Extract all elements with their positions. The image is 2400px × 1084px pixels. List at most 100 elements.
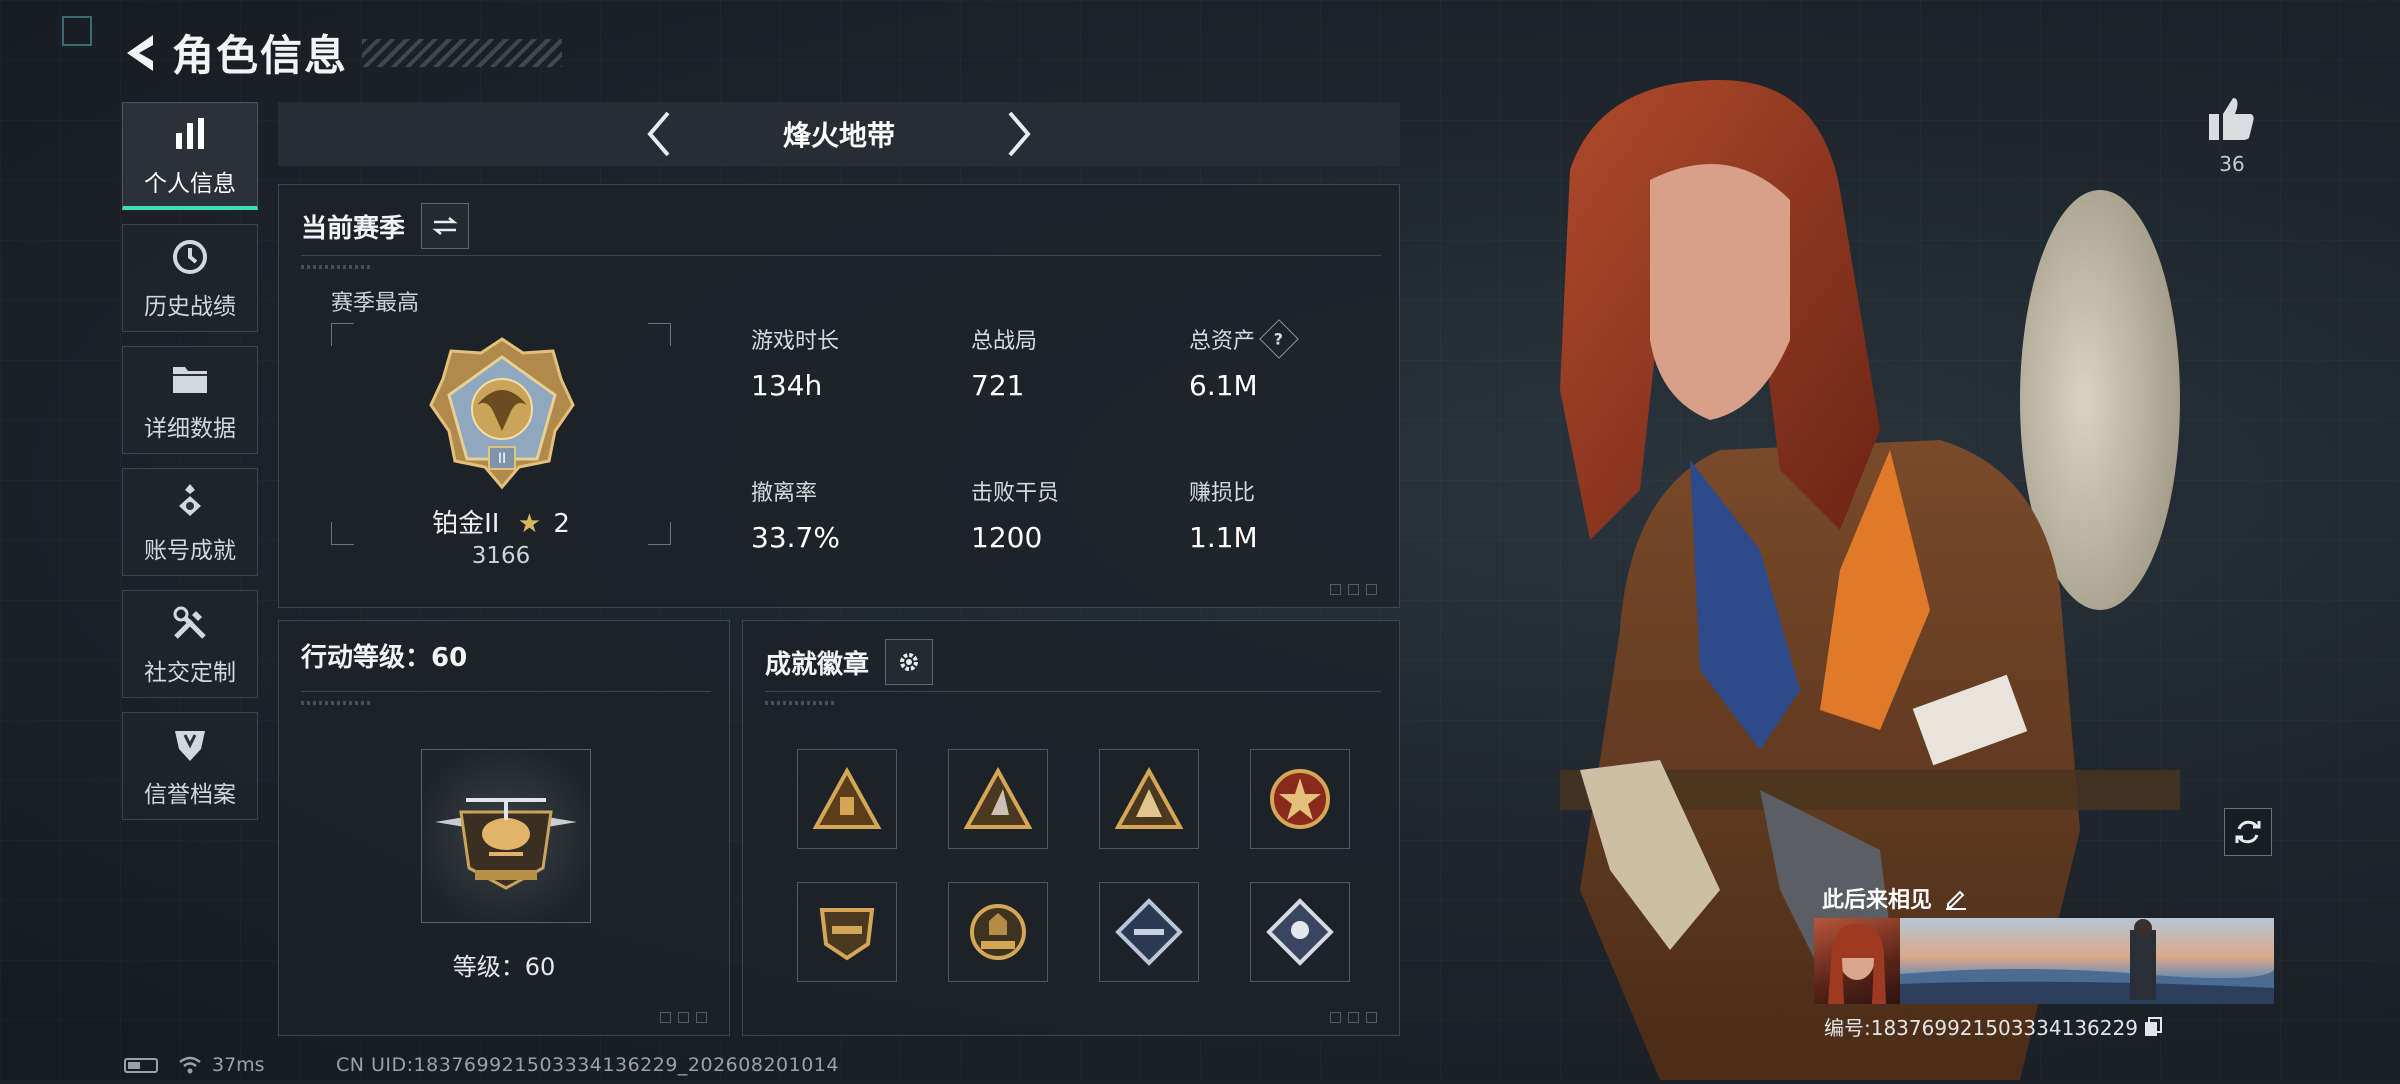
season-title: 当前赛季 (301, 213, 406, 244)
triangle-badge-icon (812, 767, 882, 829)
sidebar-item-social[interactable]: 社交定制 (122, 590, 258, 698)
diamond-badge-icon (1266, 898, 1334, 966)
sidebar-item-detail-data[interactable]: 详细数据 (122, 346, 258, 454)
decoration (301, 265, 371, 269)
help-icon[interactable]: ? (1259, 319, 1299, 359)
credit-shield-icon (173, 723, 207, 767)
swap-arrows-icon (432, 217, 458, 235)
sidebar-item-credit[interactable]: 信誉档案 (122, 712, 258, 820)
stat-label: 撤离率 (751, 481, 818, 506)
helicopter-badge-icon (435, 798, 577, 890)
decoration (301, 701, 371, 705)
ping-value: 37ms (212, 1054, 265, 1076)
stat-value: 1.1M (1189, 521, 1258, 554)
name-card[interactable] (1814, 918, 2274, 1004)
uid-text: CN UID:18376992150333413622​9_2026082010… (336, 1054, 839, 1076)
back-arrow-icon[interactable] (120, 28, 162, 78)
thumbs-up-icon[interactable] (2202, 96, 2262, 146)
stat-value: 6.1M (1189, 369, 1258, 402)
stat-extraction-rate: 撤离率 33.7% (751, 475, 840, 554)
stat-label: 总战局 (971, 329, 1038, 354)
player-id: 编号:18376992150333413622​9 (1824, 1016, 2138, 1040)
diamond-badge-icon (1115, 898, 1183, 966)
level-text: 等级：60 (452, 953, 556, 981)
like-count: 36 (2219, 152, 2245, 176)
sidebar-item-label: 历史战绩 (144, 294, 236, 320)
season-switch-button[interactable] (421, 203, 470, 249)
rank-name: 铂金II (432, 509, 500, 539)
badge-grid (797, 749, 1350, 982)
previous-mode-button[interactable] (629, 104, 689, 164)
action-level-panel: 行动等级：60 等级：60 (278, 620, 730, 1036)
season-panel: 当前赛季 赛季最高 II 铂金II ★ 2 3166 游戏时长 134h 总战局 (278, 184, 1400, 608)
card-id-row: 编号:18376992150333413622​9 (1824, 1012, 2162, 1041)
sidebar-item-personal-info[interactable]: 个人信息 (122, 102, 258, 210)
stat-label: 游戏时长 (751, 329, 840, 354)
rank-score: 3166 (471, 543, 531, 569)
emblem-badge-icon (970, 904, 1026, 960)
svg-text:II: II (498, 451, 506, 467)
status-bar: 37ms (124, 1054, 265, 1076)
copy-icon[interactable] (2144, 1016, 2162, 1037)
mode-switcher: 烽火地带 (278, 102, 1400, 166)
rotate-model-button[interactable] (2224, 808, 2272, 856)
achievement-badge[interactable] (1250, 882, 1350, 982)
divider (301, 255, 1381, 256)
like-area: 36 (2202, 96, 2262, 176)
mode-title: 烽火地带 (782, 119, 895, 152)
stat-value: 1200 (971, 521, 1043, 554)
badge-settings-button[interactable] (885, 639, 934, 685)
sidebar-item-label: 社交定制 (144, 660, 236, 686)
badges-title: 成就徽章 (765, 649, 870, 680)
stat-profit-loss: 赚损比 1.1M (1189, 475, 1258, 554)
divider (765, 691, 1381, 692)
corner-decoration (62, 16, 92, 46)
refresh-icon (2235, 820, 2261, 844)
sidebar-item-history[interactable]: 历史战绩 (122, 224, 258, 332)
stat-value: 33.7% (751, 521, 840, 554)
achievement-badge[interactable] (797, 749, 897, 849)
achievement-badges-panel: 成就徽章 (742, 620, 1400, 1036)
stat-value: 134h (751, 369, 823, 402)
gear-icon (900, 653, 919, 671)
star-medal-icon (1270, 769, 1330, 829)
platinum-rank-emblem-icon: II (429, 337, 575, 490)
achievement-badge[interactable] (948, 882, 1048, 982)
stat-play-time: 游戏时长 134h (751, 323, 839, 402)
title-decoration (362, 38, 563, 67)
decoration (765, 701, 835, 705)
achievement-badge[interactable] (948, 749, 1048, 849)
achievement-badge[interactable] (1099, 749, 1199, 849)
sidebar-item-label: 信誉档案 (144, 782, 236, 808)
card-name: 此后来相见 (1822, 888, 1933, 913)
page-title: 角色信息 (172, 31, 349, 80)
action-level-badge (421, 749, 591, 923)
battery-icon (124, 1057, 158, 1073)
rank-display: II 铂金II ★ 2 3166 (331, 323, 671, 569)
bar-chart-icon (173, 112, 207, 156)
sidebar-item-label: 个人信息 (144, 170, 236, 197)
sidebar: 个人信息 历史战绩 详细数据 账号成就 社交定制 信誉档案 (122, 102, 260, 834)
achievement-badge[interactable] (797, 882, 897, 982)
sidebar-item-label: 账号成就 (144, 538, 236, 564)
next-mode-button[interactable] (989, 104, 1049, 164)
rank-stars: 2 (553, 509, 570, 539)
achievement-badge[interactable] (1250, 749, 1350, 849)
sidebar-item-label: 详细数据 (144, 416, 236, 442)
stat-value: 721 (971, 369, 1025, 402)
triangle-badge-icon (1114, 767, 1184, 829)
sidebar-item-achievements[interactable]: 账号成就 (122, 468, 258, 576)
achievement-badge[interactable] (1099, 882, 1199, 982)
header: 角色信息 (120, 22, 563, 83)
card-banner-image (1900, 918, 2274, 1004)
history-clock-icon (171, 235, 209, 279)
card-name-row: 此后来相见 (1822, 882, 1968, 914)
stat-label: 赚损比 (1189, 481, 1256, 506)
stat-total-matches: 总战局 721 (971, 323, 1037, 402)
rank-name-line: 铂金II ★ 2 (331, 503, 671, 540)
season-best-label: 赛季最高 (331, 291, 420, 316)
shield-badge-icon (819, 908, 875, 961)
stat-label: 击败干员 (971, 481, 1060, 506)
folder-icon (171, 357, 209, 401)
edit-pencil-icon[interactable] (1944, 886, 1968, 910)
